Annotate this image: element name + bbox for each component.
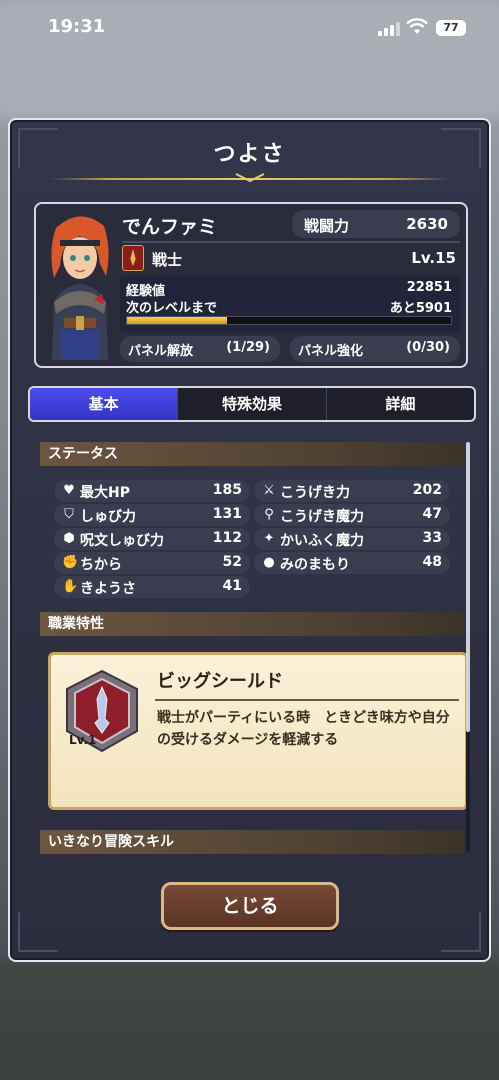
- stat-label: こうげき魔力: [280, 509, 364, 525]
- tab-special-effects[interactable]: 特殊効果: [178, 388, 327, 420]
- status-section-header: ステータス: [40, 442, 464, 466]
- next-level-value: あと5901: [389, 301, 452, 316]
- droplet-icon: ●: [263, 555, 275, 570]
- title-ornament-icon: [235, 173, 265, 182]
- panel-unlock-label: パネル解放: [128, 344, 194, 359]
- frame-corner: [18, 912, 58, 952]
- stat-heal-magic: ✦ かいふく魔力 33: [254, 528, 450, 550]
- job-name: 戦士: [152, 251, 183, 269]
- stat-value: 202: [412, 482, 442, 498]
- stat-value: 131: [212, 506, 242, 522]
- stat-defense: ⛉ しゅび力 131: [54, 504, 250, 526]
- trait-name: ビッグシールド: [157, 671, 283, 692]
- exp-progress-bar: [126, 316, 452, 325]
- signal-icon: [378, 22, 400, 36]
- stat-label: かいふく魔力: [280, 533, 364, 549]
- stat-value: 112: [212, 530, 242, 546]
- wifi-icon: [406, 18, 428, 34]
- stat-label: ちから: [80, 557, 122, 573]
- fist-icon: ✊: [62, 555, 79, 570]
- panel-unlock-value: (1/29): [226, 340, 270, 355]
- trait-level: Lv.1: [69, 733, 97, 747]
- stat-resistance: ● みのまもり 48: [254, 552, 450, 574]
- background-blur: [0, 960, 499, 1080]
- status-content[interactable]: ステータス ♥ 最大HP 185 ⚔ こうげき力 202 ⛉ しゅび力 131 …: [28, 430, 468, 860]
- combat-power-label: 戦闘力: [304, 217, 350, 235]
- stat-label: きようさ: [80, 581, 136, 597]
- window-title: つよさ: [213, 142, 286, 167]
- experience-box: 経験値 22851 次のレベルまで あと5901: [120, 276, 460, 332]
- exp-value: 22851: [406, 280, 452, 295]
- panel-boost-value: (0/30): [406, 340, 450, 355]
- stat-value: 48: [422, 554, 442, 570]
- panel-boost: パネル強化 (0/30): [290, 336, 460, 362]
- stat-value: 47: [422, 506, 442, 522]
- scrollbar[interactable]: [466, 442, 470, 852]
- clock: 19:31: [48, 16, 106, 37]
- adventure-skill-section-header: いきなり冒険スキル: [40, 830, 464, 854]
- stat-strength: ✊ ちから 52: [54, 552, 250, 574]
- scrollbar-thumb[interactable]: [466, 442, 470, 732]
- stat-value: 41: [222, 578, 242, 594]
- status-window: つよさ でんファミ 戦闘力 2630 戦士 Lv.15 経験値 22851 次の…: [8, 118, 491, 962]
- sparkle-icon: ✦: [263, 531, 275, 546]
- exp-progress-fill: [127, 317, 228, 324]
- job-trait-card[interactable]: Lv.1 ビッグシールド 戦士がパーティにいる時 ときどき味方や自分の受けるダメ…: [48, 652, 468, 810]
- stat-label: 最大HP: [80, 485, 130, 501]
- panel-boost-label: パネル強化: [298, 344, 364, 359]
- stat-value: 185: [212, 482, 242, 498]
- card-divider: [122, 241, 460, 243]
- magic-shield-icon: ⬢: [63, 531, 75, 546]
- trait-description: 戦士がパーティにいる時 ときどき味方や自分の受けるダメージを軽減する: [157, 710, 450, 748]
- stat-spell-defense: ⬢ 呪文しゅび力 112: [54, 528, 250, 550]
- next-level-label: 次のレベルまで: [126, 301, 218, 316]
- stat-label: しゅび力: [80, 509, 136, 525]
- combat-power-value: 2630: [406, 215, 448, 233]
- hand-icon: ✋: [62, 579, 79, 594]
- status-bar: 19:31 77: [0, 0, 499, 56]
- magic-wand-icon: ⚲: [264, 507, 274, 522]
- stat-label: こうげき力: [280, 485, 350, 501]
- frame-corner: [441, 912, 481, 952]
- stat-dexterity: ✋ きようさ 41: [54, 576, 250, 598]
- close-button[interactable]: とじる: [161, 882, 339, 930]
- trait-divider: [155, 699, 459, 701]
- job-trait-section-header: 職業特性: [40, 612, 464, 636]
- tab-details[interactable]: 詳細: [327, 388, 474, 420]
- warrior-job-icon: [122, 245, 144, 271]
- stat-attack-magic: ⚲ こうげき魔力 47: [254, 504, 450, 526]
- character-portrait: [42, 210, 118, 360]
- stat-max-hp: ♥ 最大HP 185: [54, 480, 250, 502]
- combat-power: 戦闘力 2630: [292, 210, 460, 238]
- stat-label: 呪文しゅび力: [80, 533, 164, 549]
- tab-bar: 基本 特殊効果 詳細: [28, 386, 476, 422]
- character-name: でんファミ: [122, 216, 218, 238]
- character-card: でんファミ 戦闘力 2630 戦士 Lv.15 経験値 22851 次のレベルま…: [34, 202, 468, 368]
- panel-unlock: パネル解放 (1/29): [120, 336, 280, 362]
- stat-value: 33: [422, 530, 442, 546]
- tab-basic[interactable]: 基本: [30, 388, 179, 420]
- character-level: Lv.15: [411, 249, 456, 267]
- sword-icon: ⚔: [263, 483, 275, 498]
- heart-icon: ♥: [63, 483, 75, 498]
- stat-value: 52: [222, 554, 242, 570]
- battery-icon: 77: [436, 20, 466, 36]
- stat-label: みのまもり: [280, 557, 350, 573]
- shield-icon: ⛉: [64, 507, 74, 522]
- stat-attack: ⚔ こうげき力 202: [254, 480, 450, 502]
